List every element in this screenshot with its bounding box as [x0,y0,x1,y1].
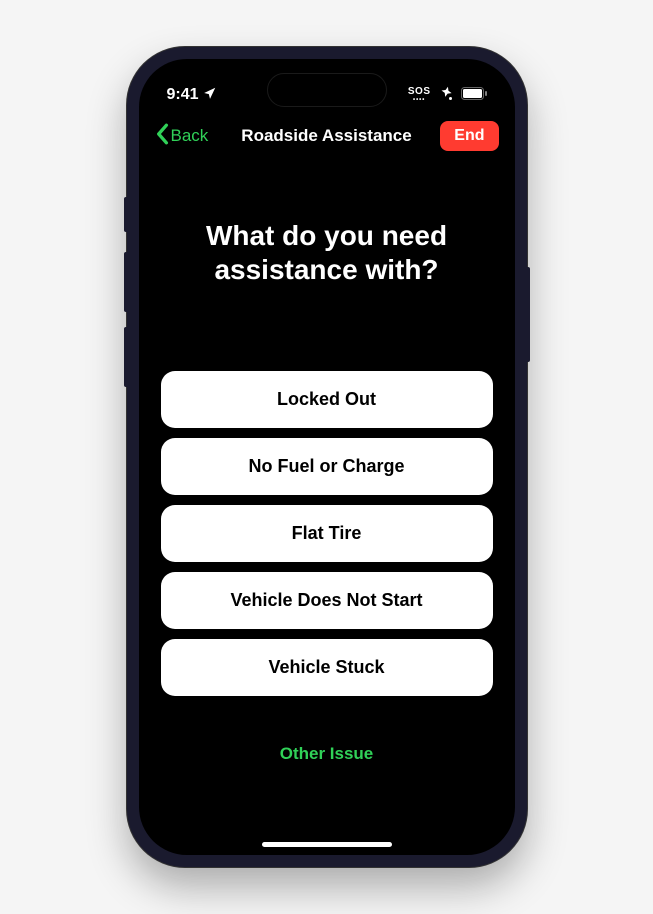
other-issue-button[interactable]: Other Issue [161,744,493,764]
battery-icon [461,87,487,103]
phone-frame: 9:41 SOS •••• [127,47,527,867]
nav-title: Roadside Assistance [241,126,411,146]
home-indicator[interactable] [262,842,392,847]
power-button [527,267,530,362]
options-list: Locked Out No Fuel or Charge Flat Tire V… [161,371,493,696]
volume-down-button [124,327,127,387]
back-label: Back [171,126,209,146]
option-no-fuel[interactable]: No Fuel or Charge [161,438,493,495]
volume-up-button [124,252,127,312]
option-locked-out[interactable]: Locked Out [161,371,493,428]
content: What do you need assistance with? Locked… [139,159,515,855]
silent-switch [124,197,127,232]
sos-indicator: SOS •••• [408,87,431,103]
status-time: 9:41 [167,86,199,104]
chevron-left-icon [155,123,169,150]
screen: 9:41 SOS •••• [139,59,515,855]
satellite-icon [437,85,455,106]
status-right: SOS •••• [408,85,487,106]
dynamic-island [267,73,387,107]
page-heading: What do you need assistance with? [161,219,493,286]
location-icon [203,86,217,105]
back-button[interactable]: Back [155,123,209,150]
status-left: 9:41 [167,86,217,105]
option-flat-tire[interactable]: Flat Tire [161,505,493,562]
option-no-start[interactable]: Vehicle Does Not Start [161,572,493,629]
option-stuck[interactable]: Vehicle Stuck [161,639,493,696]
end-button[interactable]: End [440,121,498,151]
nav-bar: Back Roadside Assistance End [139,113,515,159]
